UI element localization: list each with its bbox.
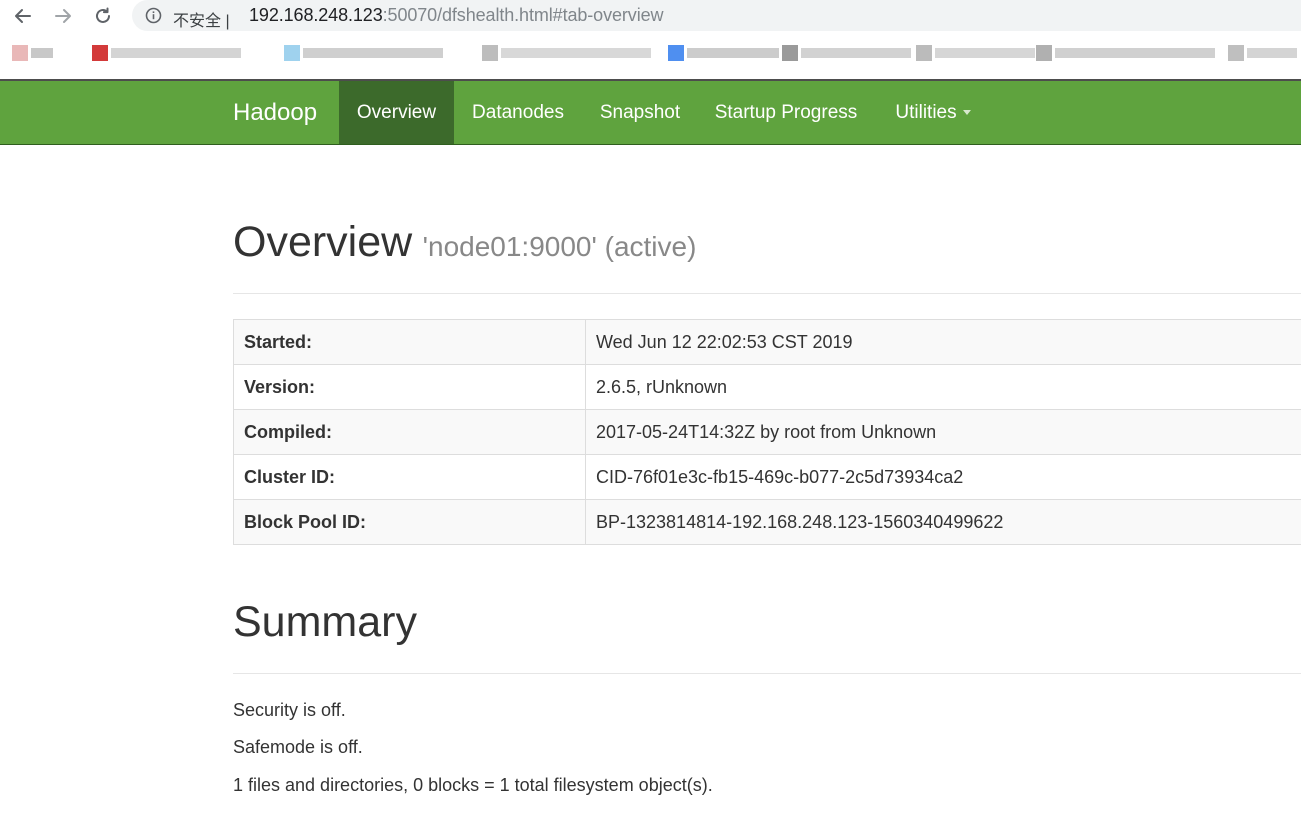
nav-tab-datanodes[interactable]: Datanodes <box>454 81 582 144</box>
row-key: Compiled: <box>233 409 586 455</box>
back-button[interactable] <box>11 4 35 28</box>
table-row: Compiled: 2017-05-24T14:32Z by root from… <box>233 409 1301 455</box>
row-value: CID-76f01e3c-fb15-469c-b077-2c5d73934ca2 <box>585 454 1301 500</box>
safemode-status: Safemode is off. <box>233 737 363 757</box>
navbar: Hadoop Overview Datanodes Snapshot Start… <box>0 81 1301 145</box>
bookmark-item[interactable] <box>92 45 241 61</box>
nav-tab-startup-progress[interactable]: Startup Progress <box>698 81 874 144</box>
row-value: Wed Jun 12 22:02:53 CST 2019 <box>585 319 1301 365</box>
address-bar[interactable]: 不安全 | 192.168.248.123:50070/dfshealth.ht… <box>132 0 1301 31</box>
reload-button[interactable] <box>91 4 115 28</box>
browser-toolbar: 不安全 | 192.168.248.123:50070/dfshealth.ht… <box>0 0 1301 33</box>
row-key: Block Pool ID: <box>233 499 586 545</box>
row-value: 2.6.5, rUnknown <box>585 364 1301 410</box>
filesystem-summary: 1 files and directories, 0 blocks = 1 to… <box>233 775 713 795</box>
url-host: 192.168.248.123 <box>249 5 383 25</box>
bookmark-item[interactable] <box>482 45 651 61</box>
overview-table: Started: Wed Jun 12 22:02:53 CST 2019 Ve… <box>233 319 1301 545</box>
bookmark-item[interactable] <box>12 45 53 61</box>
bookmark-item[interactable] <box>1228 45 1297 61</box>
security-label[interactable]: 不安全 | <box>173 7 230 31</box>
row-key: Version: <box>233 364 586 410</box>
table-row: Block Pool ID: BP-1323814814-192.168.248… <box>233 499 1301 545</box>
row-key: Started: <box>233 319 586 365</box>
table-row: Started: Wed Jun 12 22:02:53 CST 2019 <box>233 319 1301 365</box>
bookmark-item[interactable] <box>668 45 779 61</box>
nav-tab-overview[interactable]: Overview <box>339 81 454 144</box>
nav-tab-label: Datanodes <box>472 102 564 123</box>
forward-arrow-icon <box>55 9 71 23</box>
nav-tab-utilities[interactable]: Utilities <box>874 81 992 144</box>
divider <box>233 293 1301 294</box>
brand-logo[interactable]: Hadoop <box>233 81 317 144</box>
table-row: Version: 2.6.5, rUnknown <box>233 364 1301 410</box>
forward-button[interactable] <box>51 4 75 28</box>
overview-heading: Overview <box>233 218 413 266</box>
reload-icon <box>96 7 110 23</box>
back-arrow-icon <box>15 9 31 23</box>
bookmarks-bar <box>0 33 1301 79</box>
security-status: Security is off. <box>233 700 346 720</box>
url-text[interactable]: 192.168.248.123:50070/dfshealth.html#tab… <box>249 5 664 26</box>
table-row: Cluster ID: CID-76f01e3c-fb15-469c-b077-… <box>233 454 1301 500</box>
nav-tab-label: Utilities <box>895 102 957 123</box>
url-path: :50070/dfshealth.html#tab-overview <box>382 5 664 25</box>
row-key: Cluster ID: <box>233 454 586 500</box>
nav-tab-snapshot[interactable]: Snapshot <box>582 81 698 144</box>
nav-tab-label: Startup Progress <box>714 102 858 123</box>
bookmark-item[interactable] <box>284 45 443 61</box>
bookmark-item[interactable] <box>782 45 911 61</box>
summary-heading: Summary <box>233 598 417 646</box>
bookmark-item[interactable] <box>916 45 1035 61</box>
page-title: Overview 'node01:9000' (active) <box>233 218 696 267</box>
divider <box>233 673 1301 674</box>
row-value: BP-1323814814-192.168.248.123-1560340499… <box>585 499 1301 545</box>
row-value: 2017-05-24T14:32Z by root from Unknown <box>585 409 1301 455</box>
nav-tab-label: Snapshot <box>599 102 681 123</box>
namenode-status: 'node01:9000' (active) <box>422 231 697 262</box>
nav-tab-label: Overview <box>356 102 437 123</box>
caret-down-icon <box>962 110 971 116</box>
bookmark-item[interactable] <box>1036 45 1215 61</box>
info-icon[interactable] <box>145 7 162 24</box>
